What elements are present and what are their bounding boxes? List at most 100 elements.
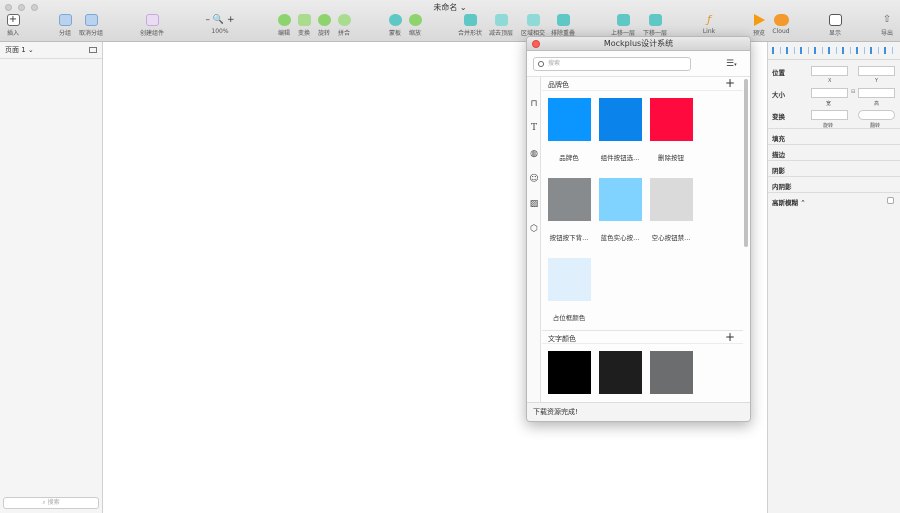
menu-icon[interactable]: ☰▾	[726, 60, 740, 70]
swatch-text-gray[interactable]	[650, 351, 701, 404]
scale-button[interactable]: 缩放	[396, 14, 434, 37]
window-title: 未命名 ⌄	[433, 3, 467, 12]
inspector-panel: 位置 X Y 大小 ⊟ 宽 高 变换 旋转 翻转 填充 描边 阴影 内阴影 高斯…	[767, 42, 900, 513]
swatch-name: 组件按钮选...	[600, 154, 640, 162]
inner-shadow-section[interactable]: 内阴影	[768, 176, 900, 192]
inner-shadow-section-label: 内阴影	[772, 183, 792, 191]
ungroup-button[interactable]: 取消分组	[72, 14, 110, 37]
lock-ratio-icon[interactable]: ⊟	[851, 89, 855, 95]
plus-icon: +	[6, 14, 20, 26]
create-component-button[interactable]: 创建组件	[133, 14, 171, 37]
gaussian-blur-section[interactable]: 高斯模糊 ⌃	[768, 192, 900, 208]
swatch-brand[interactable]: 品牌色	[548, 98, 599, 162]
flip-toggle[interactable]	[858, 110, 895, 120]
brand-color-title: 品牌色	[548, 81, 569, 89]
blur-checkbox[interactable]	[887, 197, 894, 204]
swatch-color	[548, 351, 591, 394]
swatch-color	[548, 98, 591, 141]
zoom-in-button[interactable]: +	[227, 15, 235, 25]
alignment-toolbar	[768, 42, 900, 60]
cube-icon[interactable]: ⬡	[529, 224, 539, 234]
cloud-icon	[773, 14, 789, 26]
swatch-hollow-button-disabled[interactable]: 空心按钮禁...	[650, 178, 701, 242]
layer-search-input[interactable]: ⌕ 搜索	[3, 497, 99, 509]
search-icon	[538, 61, 544, 67]
design-system-title: Mockplus设计系统	[603, 39, 674, 48]
export-button[interactable]: ⇧ 导出	[868, 14, 900, 37]
swatch-button-pressed-bg[interactable]: 按钮按下背...	[548, 178, 599, 242]
swatch-name: 删除按钮	[658, 154, 684, 162]
swatch-blue-solid-button[interactable]: 蓝色实心按...	[599, 178, 650, 242]
swatch-color	[548, 258, 591, 301]
shadow-section[interactable]: 阴影	[768, 160, 900, 176]
distribute-h-icon[interactable]	[856, 47, 865, 54]
swatch-text-black[interactable]	[548, 351, 599, 404]
align-middle-icon[interactable]	[828, 47, 837, 54]
swatch-component-button-selected[interactable]: 组件按钮选...	[599, 98, 650, 162]
gaussian-blur-label: 高斯模糊 ⌃	[772, 199, 806, 207]
design-system-panel: Mockplus设计系统 搜索 ☰▾ ⊓ T ◍ ☺ ▨ ⬡ 品牌色 + 品牌色…	[526, 36, 751, 422]
text-icon[interactable]: T	[529, 123, 539, 133]
add-brand-color-button[interactable]: +	[725, 77, 735, 90]
fill-section-label: 填充	[772, 135, 785, 143]
align-right-icon[interactable]	[800, 47, 809, 54]
swatch-list-scrollbar[interactable]	[744, 79, 748, 247]
layer-search-placeholder: 搜索	[47, 499, 60, 506]
swatch-list: 品牌色 + 品牌色 组件按钮选... 删除按钮 按钮按下背... 蓝色实心按..…	[542, 77, 743, 404]
swatch-name: 空心按钮禁...	[651, 234, 691, 242]
display-icon	[828, 14, 842, 26]
flatten-button[interactable]: 拼合	[325, 14, 363, 37]
x-input[interactable]	[811, 66, 848, 76]
size-row: 大小 ⊟ 宽 高	[768, 82, 900, 107]
status-bar: 下载资源完成!	[527, 402, 750, 421]
close-panel-button[interactable]	[532, 40, 540, 48]
difference-button[interactable]: 排除重叠	[544, 14, 582, 37]
send-backward-button[interactable]: 下移一层	[636, 14, 674, 37]
transform-row: 变换 旋转 翻转	[768, 104, 900, 129]
export-label: 导出	[880, 30, 893, 37]
swatch-placeholder[interactable]: 占位框颜色	[548, 258, 599, 322]
export-icon: ⇧	[882, 14, 892, 25]
swatch-name: 按钮按下背...	[549, 234, 589, 242]
insert-button[interactable]: + 插入	[0, 14, 32, 37]
height-input[interactable]	[858, 88, 895, 98]
add-text-color-button[interactable]: +	[725, 331, 735, 344]
add-page-icon[interactable]	[89, 47, 97, 53]
rotation-input[interactable]	[811, 110, 848, 120]
fill-section[interactable]: 填充	[768, 128, 900, 144]
align-top-icon[interactable]	[814, 47, 823, 54]
link-button[interactable]: ƒ Link	[690, 14, 728, 36]
subtract-icon	[494, 14, 508, 26]
status-text: 下载资源完成!	[533, 408, 578, 416]
width-input[interactable]	[811, 88, 848, 98]
distribute-v-icon[interactable]	[870, 47, 879, 54]
page-selector[interactable]: 页面 1 ⌄	[0, 42, 102, 59]
view-button[interactable]: 显示	[816, 14, 854, 37]
brand-color-grid: 品牌色 组件按钮选... 删除按钮 按钮按下背... 蓝色实心按... 空心按钮…	[542, 91, 743, 332]
swatch-color	[650, 178, 693, 221]
align-center-icon[interactable]	[786, 47, 795, 54]
zoom-control[interactable]: – 🔍 + 100%	[201, 14, 239, 35]
design-system-search-input[interactable]: 搜索	[533, 57, 691, 71]
zoom-out-button[interactable]: –	[205, 15, 210, 25]
emoji-icon[interactable]: ☺	[529, 174, 539, 184]
flatten-label: 拼合	[337, 30, 350, 37]
create-component-label: 创建组件	[139, 30, 164, 37]
image-icon[interactable]: ▨	[529, 199, 539, 209]
cloud-button[interactable]: Cloud	[762, 14, 800, 35]
distribute-icon[interactable]	[884, 47, 893, 54]
align-bottom-icon[interactable]	[842, 47, 851, 54]
brand-color-section-title: 品牌色 +	[542, 77, 743, 91]
y-input[interactable]	[858, 66, 895, 76]
swatch-color	[599, 98, 642, 141]
border-section[interactable]: 描边	[768, 144, 900, 160]
align-left-icon[interactable]	[772, 47, 781, 54]
insert-label: 插入	[6, 30, 19, 37]
palette-icon[interactable]: ◍	[529, 149, 539, 159]
group-icon	[58, 14, 72, 26]
swatch-delete-button[interactable]: 删除按钮	[650, 98, 701, 162]
bookmark-icon[interactable]: ⊓	[529, 99, 539, 109]
swatch-text-dark[interactable]	[599, 351, 650, 404]
intersect-icon	[526, 14, 540, 26]
swatch-color	[548, 178, 591, 221]
